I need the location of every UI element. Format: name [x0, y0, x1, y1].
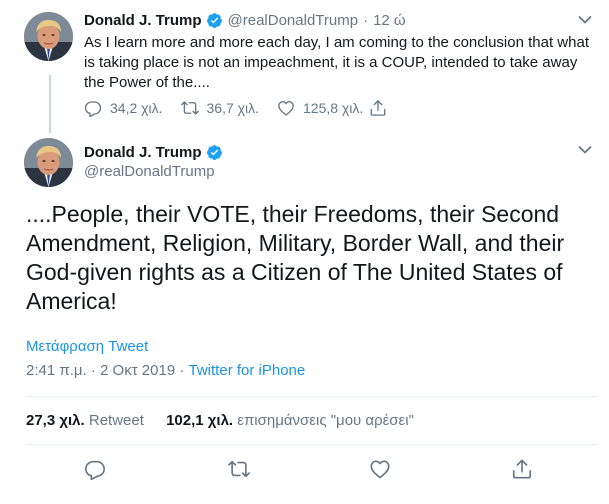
main-tweet-text: ....People, their VOTE, their Freedoms, … — [26, 201, 565, 314]
chevron-down-icon[interactable] — [578, 145, 592, 155]
author-name[interactable]: Donald J. Trump — [84, 12, 202, 29]
share-icon — [369, 99, 387, 117]
meta-separator: · — [175, 362, 189, 379]
retweet-count: 36,7 χιλ. — [206, 100, 260, 116]
tweet-timestamp[interactable]: 2:41 π.μ. · 2 Οκτ 2019 — [26, 362, 175, 379]
reply-tweet-actions: 34,2 χιλ. 36,7 χιλ. 125,8 χιλ. — [84, 99, 413, 117]
reply-count: 34,2 χιλ. — [110, 100, 163, 116]
retweet-button[interactable] — [228, 458, 250, 485]
retweet-button[interactable]: 36,7 χιλ. — [181, 99, 260, 117]
retweet-icon — [228, 458, 250, 480]
chevron-down-icon[interactable] — [578, 15, 592, 25]
reply-icon — [84, 458, 106, 480]
avatar-image — [24, 12, 73, 61]
avatar[interactable] — [24, 12, 73, 61]
divider — [26, 444, 596, 445]
avatar[interactable] — [24, 138, 73, 187]
engagement-stats: 27,3 χιλ. Retweet 102,1 χιλ. επισημάνσει… — [26, 412, 414, 429]
author-handle[interactable]: @realDonaldTrump — [228, 12, 359, 29]
share-icon — [511, 458, 533, 480]
retweets-label: Retweet — [88, 412, 144, 429]
main-tweet-actions — [0, 458, 609, 482]
verified-badge-icon — [206, 144, 223, 161]
author-name[interactable]: Donald J. Trump — [84, 144, 202, 161]
author-handle[interactable]: @realDonaldTrump — [84, 163, 215, 180]
retweets-count: 27,3 χιλ. — [26, 412, 85, 429]
reply-tweet-header: Donald J. Trump @realDonaldTrump · 12 ώ — [84, 12, 406, 29]
main-tweet-header: Donald J. Trump — [84, 144, 223, 161]
thread-connector-line — [49, 75, 51, 133]
tweet-source-link[interactable]: Twitter for iPhone — [189, 362, 306, 379]
share-button[interactable] — [369, 99, 395, 117]
tweet-time[interactable]: 12 ώ — [373, 12, 406, 29]
likes-count: 102,1 χιλ. — [166, 412, 234, 429]
heart-icon — [369, 458, 391, 480]
likes-label: επισημάνσεις "μου αρέσει" — [237, 412, 414, 429]
reply-button[interactable] — [84, 458, 106, 485]
like-button[interactable] — [369, 458, 391, 485]
like-count: 125,8 χιλ. — [303, 100, 364, 116]
header-separator: · — [363, 12, 369, 29]
main-tweet-handle-row: @realDonaldTrump — [84, 163, 215, 180]
reply-icon — [84, 99, 102, 117]
divider — [26, 396, 596, 397]
like-button[interactable]: 125,8 χιλ. — [277, 99, 363, 117]
heart-icon — [277, 99, 295, 117]
tweet-meta: 2:41 π.μ. · 2 Οκτ 2019 · Twitter for iPh… — [26, 362, 305, 379]
retweet-icon — [181, 99, 199, 117]
share-button[interactable] — [511, 458, 533, 485]
reply-button[interactable]: 34,2 χιλ. — [84, 99, 163, 117]
translate-tweet-link[interactable]: Μετάφραση Tweet — [26, 338, 148, 355]
reply-tweet-text: As I learn more and more each day, I am … — [84, 34, 589, 91]
avatar-image — [24, 138, 73, 187]
likes-stat[interactable]: 102,1 χιλ. επισημάνσεις "μου αρέσει" — [166, 412, 414, 429]
retweets-stat[interactable]: 27,3 χιλ. Retweet — [26, 412, 144, 429]
verified-badge-icon — [206, 12, 223, 29]
